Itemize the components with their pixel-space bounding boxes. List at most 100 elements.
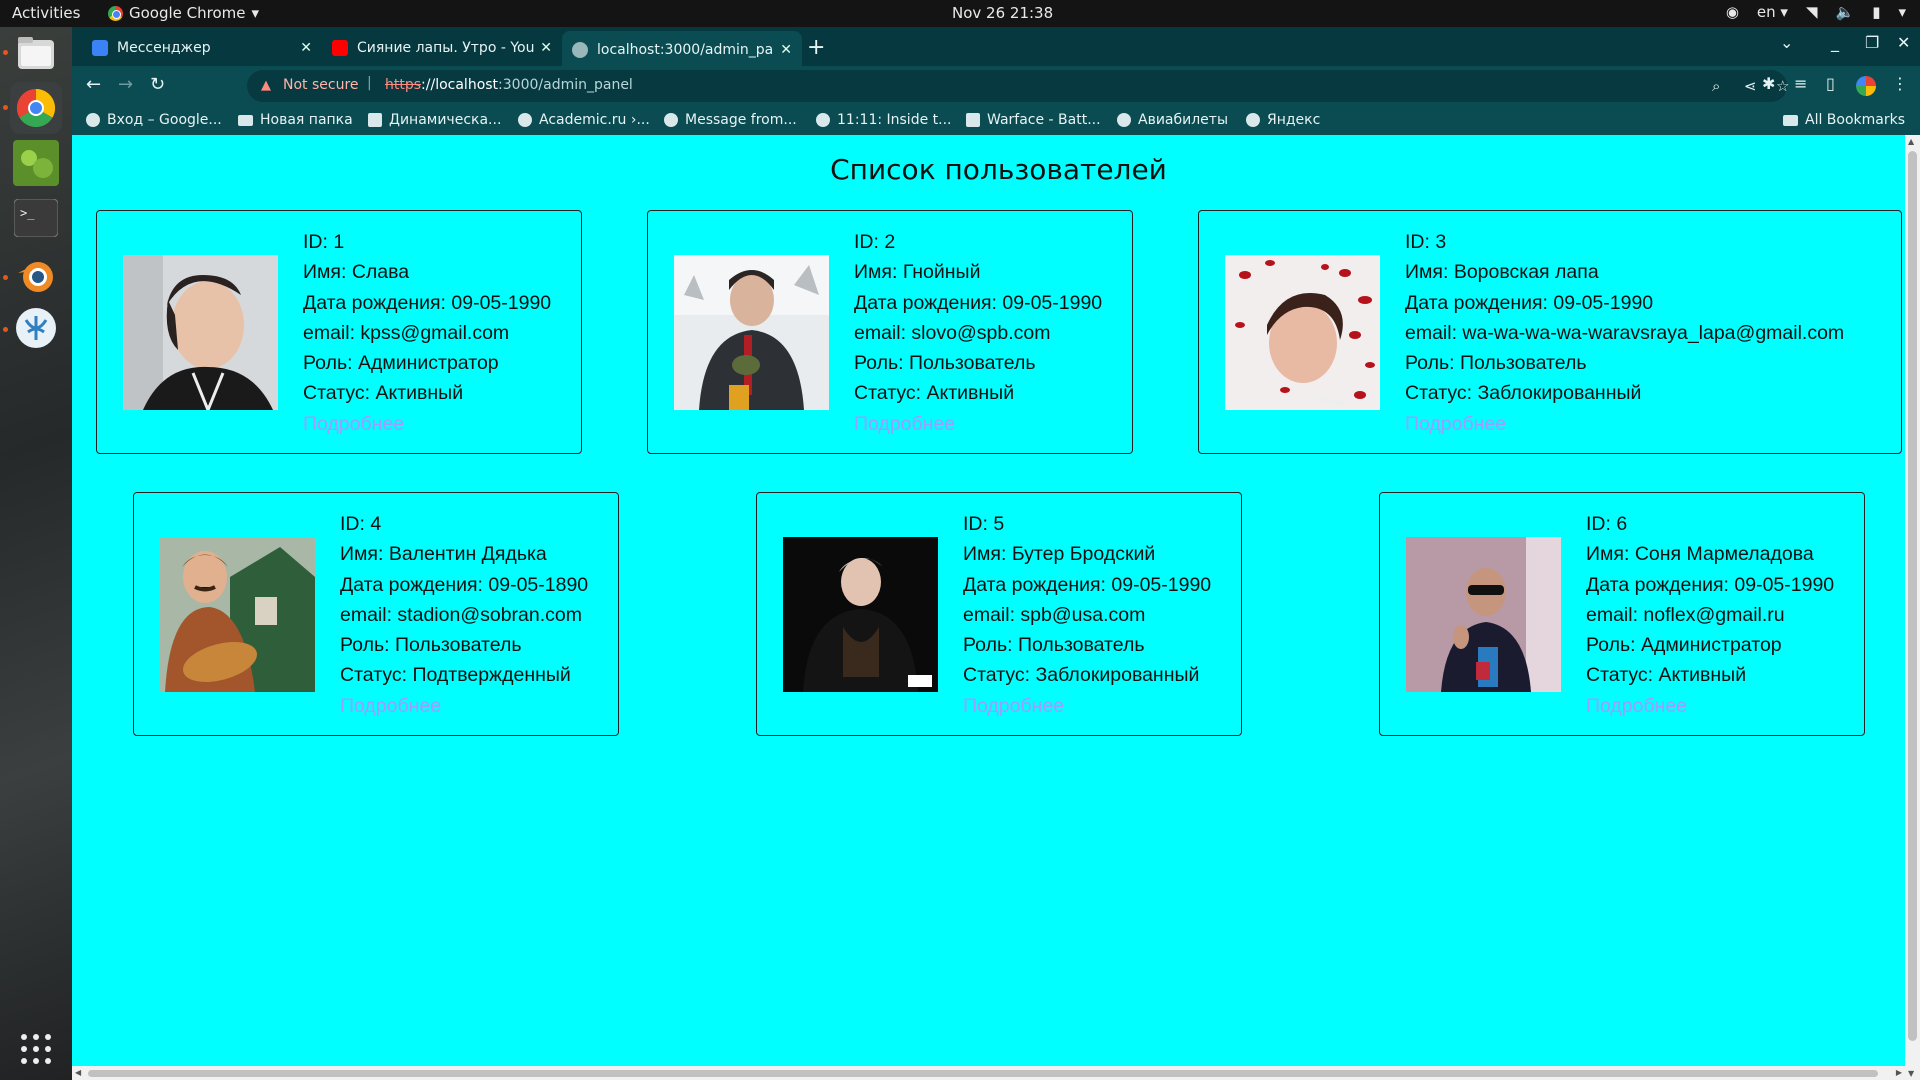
user-name: Имя: Гнойный: [854, 261, 981, 284]
bookmark-yandex[interactable]: Яндекс: [1246, 112, 1320, 128]
user-id: ID: 5: [963, 513, 1005, 535]
warning-icon[interactable]: ▲: [261, 78, 271, 93]
bookmark-academic[interactable]: Academic.ru ›...: [518, 112, 650, 128]
user-email: email: noflex@gmail.ru: [1586, 603, 1785, 626]
chrome-app-icon: [108, 5, 123, 21]
profile-avatar[interactable]: [1856, 76, 1876, 96]
scroll-down-icon[interactable]: ▼: [1908, 1069, 1914, 1078]
page-icon: [368, 113, 382, 127]
user-email: email: kpss@gmail.com: [303, 321, 510, 344]
user-card: ID: 2 Имя: Гнойный Дата рождения: 09-05-…: [647, 210, 1133, 454]
scroll-right-icon[interactable]: ▶: [1896, 1068, 1902, 1077]
user-id: ID: 6: [1586, 513, 1628, 535]
user-role: Роль: Пользователь: [854, 352, 1036, 375]
bookmark-message[interactable]: Message from...: [664, 112, 797, 128]
user-name: Имя: Слава: [303, 261, 410, 284]
share-icon[interactable]: ⋖: [1744, 77, 1757, 95]
vertical-scrollbar[interactable]: ▲ ▼: [1905, 135, 1920, 1080]
url-text[interactable]: https://localhost:3000/admin_panel: [385, 77, 633, 93]
bookmark-folder[interactable]: Новая папка: [238, 112, 353, 128]
details-link[interactable]: Подробнее: [854, 413, 955, 435]
user-role: Роль: Пользователь: [963, 634, 1145, 657]
user-email: email: slovo@spb.com: [854, 321, 1051, 344]
system-tray[interactable]: ◉ en ▾ ◥ 🔈 ▮ ▾: [1726, 3, 1906, 21]
terminal-icon[interactable]: >_: [10, 192, 62, 244]
user-card: ID: 4 Имя: Валентин Дядька Дата рождения…: [133, 492, 619, 736]
close-icon[interactable]: ✕: [780, 42, 792, 58]
tab-search-button[interactable]: ⌄: [1780, 33, 1793, 52]
user-info: ID: 6 Имя: Соня Мармеладова Дата рождени…: [1586, 509, 1834, 721]
restore-button[interactable]: ❐: [1865, 33, 1879, 52]
reading-list-icon[interactable]: ≡: [1794, 74, 1807, 93]
page-viewport: Список пользователей ID: 1 Имя: Слава Да…: [72, 135, 1920, 1080]
user-status: Статус: Активный: [303, 382, 464, 405]
chevron-down-icon[interactable]: ▾: [1898, 3, 1906, 21]
bookmark-warface[interactable]: Warface - Batt...: [966, 112, 1101, 128]
image-viewer-icon[interactable]: [10, 137, 62, 189]
bookmark-label: Новая папка: [260, 112, 353, 128]
chrome-icon[interactable]: [10, 82, 62, 134]
tab-admin-panel[interactable]: localhost:3000/admin_pa ✕: [562, 31, 802, 69]
user-info: ID: 2 Имя: Гнойный Дата рождения: 09-05-…: [854, 227, 1102, 439]
bookmark-inside[interactable]: 11:11: Inside t...: [816, 112, 952, 128]
bookmark-star-icon[interactable]: ☆: [1776, 77, 1789, 95]
bookmark-label: 11:11: Inside t...: [837, 112, 952, 128]
close-icon[interactable]: ✕: [540, 40, 552, 56]
close-window-button[interactable]: ✕: [1897, 33, 1910, 52]
folder-icon: [238, 114, 253, 126]
google-icon: [816, 113, 830, 127]
side-panel-icon[interactable]: ▯: [1826, 74, 1835, 93]
details-link[interactable]: Подробнее: [340, 695, 441, 717]
blender-icon[interactable]: [10, 249, 62, 301]
activities-button[interactable]: Activities: [12, 4, 80, 22]
address-bar[interactable]: ▲ Not secure | https://localhost:3000/ad…: [247, 70, 1789, 102]
bookmark-label: Яндекс: [1267, 112, 1321, 128]
all-bookmarks[interactable]: All Bookmarks: [1783, 112, 1905, 128]
folder-icon: [1783, 114, 1798, 126]
user-photo: [783, 537, 938, 692]
app-menu[interactable]: Google Chrome ▾: [108, 4, 259, 22]
details-link[interactable]: Подробнее: [1405, 413, 1506, 435]
bookmark-google-login[interactable]: Вход – Google...: [86, 112, 222, 128]
user-dob: Дата рождения: 09-05-1890: [340, 573, 589, 596]
reload-icon[interactable]: ↻: [150, 74, 165, 95]
language-indicator[interactable]: en ▾: [1757, 3, 1788, 21]
scrollbar-thumb[interactable]: [88, 1070, 1878, 1077]
details-link[interactable]: Подробнее: [1586, 695, 1687, 717]
scrollbar-thumb[interactable]: [1908, 151, 1917, 1041]
back-icon[interactable]: ←: [86, 74, 101, 95]
scroll-up-icon[interactable]: ▲: [1908, 137, 1914, 146]
details-link[interactable]: Подробнее: [963, 695, 1064, 717]
minimize-button[interactable]: _: [1831, 33, 1839, 52]
user-status: Статус: Заблокированный: [1405, 382, 1642, 405]
tab-title: localhost:3000/admin_pa: [597, 42, 774, 58]
user-info: ID: 5 Имя: Бутер Бродский Дата рождения:…: [963, 509, 1211, 721]
forward-icon[interactable]: →: [118, 74, 133, 95]
not-secure-label[interactable]: Not secure: [283, 77, 359, 93]
close-icon[interactable]: ✕: [300, 40, 312, 56]
scroll-left-icon[interactable]: ◀: [75, 1068, 81, 1077]
user-card: ID: 1 Имя: Слава Дата рождения: 09-05-19…: [96, 210, 582, 454]
user-info: ID: 4 Имя: Валентин Дядька Дата рождения…: [340, 509, 588, 721]
files-icon[interactable]: [10, 27, 62, 79]
details-link[interactable]: Подробнее: [303, 413, 404, 435]
horizontal-scrollbar[interactable]: ◀ ▶: [72, 1066, 1905, 1080]
bookmark-label: Вход – Google...: [107, 112, 222, 128]
zoom-icon[interactable]: ⌕: [1712, 77, 1720, 95]
app-grid-icon[interactable]: [10, 1023, 62, 1075]
vscodium-icon[interactable]: [10, 302, 62, 354]
tab-youtube[interactable]: Сияние лапы. Утро - You ✕: [322, 31, 562, 64]
new-tab-button[interactable]: +: [807, 35, 825, 60]
bookmark-label: Message from...: [685, 112, 797, 128]
user-photo: [674, 255, 829, 410]
running-indicator: [3, 275, 8, 280]
clock[interactable]: Nov 26 21:38: [952, 4, 1053, 22]
more-menu-icon[interactable]: ⋮: [1892, 74, 1908, 93]
discord-icon[interactable]: ◉: [1726, 3, 1739, 21]
user-photo: [160, 537, 315, 692]
bookmark-dynamic[interactable]: Динамическа...: [368, 112, 501, 128]
tab-messenger[interactable]: Мессенджер ✕: [82, 31, 322, 64]
user-info: ID: 1 Имя: Слава Дата рождения: 09-05-19…: [303, 227, 551, 439]
extensions-icon[interactable]: ✱: [1762, 74, 1775, 93]
bookmark-aviabilety[interactable]: Авиабилеты: [1117, 112, 1228, 128]
